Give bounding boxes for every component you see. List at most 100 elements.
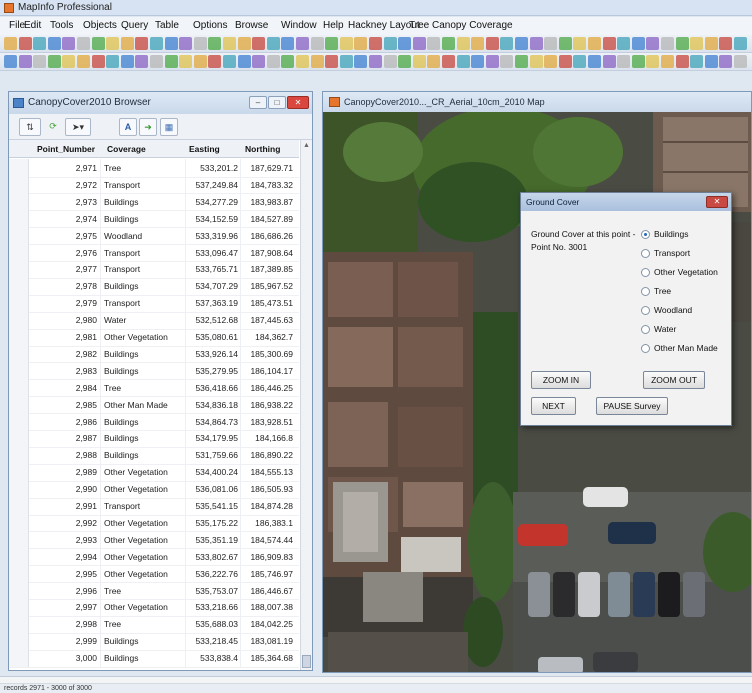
cell-easting[interactable]: 534,836.18 — [187, 395, 241, 414]
menu-item[interactable]: Table — [152, 17, 182, 35]
toolbar-tool-icon[interactable] — [602, 55, 616, 68]
toolbar-tool-icon[interactable] — [734, 37, 747, 50]
browser-vertical-scrollbar[interactable]: ▲ — [300, 140, 312, 670]
radio-button-icon[interactable] — [641, 268, 650, 277]
cell-coverage[interactable]: Buildings — [104, 446, 186, 465]
cell-easting[interactable]: 537,249.84 — [187, 175, 241, 194]
toolbar-tool-icon[interactable] — [734, 55, 747, 68]
row-selector[interactable] — [9, 294, 29, 313]
toolbar-tool-icon[interactable] — [471, 37, 485, 50]
column-header-coverage[interactable]: Coverage — [107, 140, 146, 158]
table-row[interactable]: 2,983 Buildings 535,279.95 186,104.17 — [9, 361, 299, 381]
table-row[interactable]: 2,981 Other Vegetation 535,080.61 184,362.7 — [9, 328, 299, 347]
toolbar-tool-icon[interactable] — [719, 55, 733, 68]
row-selector[interactable] — [9, 260, 29, 279]
cell-easting[interactable]: 533,218.45 — [187, 632, 241, 651]
table-row[interactable]: 2,985 Other Man Made 534,836.18 186,938.22 — [9, 395, 299, 415]
toolbar-tool-icon[interactable] — [631, 55, 645, 68]
toolbar-tool-icon[interactable] — [18, 55, 32, 68]
toolbar-tool-icon[interactable] — [661, 55, 674, 68]
cell-point-number[interactable]: 2,972 — [29, 175, 101, 194]
cell-easting[interactable]: 531,759.66 — [187, 446, 241, 465]
cell-northing[interactable]: 186,383.1 — [241, 514, 297, 532]
cell-point-number[interactable]: 2,994 — [29, 547, 101, 566]
row-selector[interactable] — [9, 463, 29, 482]
cell-northing[interactable]: 185,473.51 — [241, 294, 297, 312]
cell-point-number[interactable]: 2,991 — [29, 497, 101, 515]
radio-button-icon[interactable] — [641, 344, 650, 353]
cell-northing[interactable]: 185,300.69 — [241, 345, 297, 363]
toolbar-tool-icon[interactable] — [704, 37, 718, 50]
cell-easting[interactable]: 536,081.06 — [187, 480, 241, 499]
cell-coverage[interactable]: Woodland — [104, 226, 186, 245]
table-row[interactable]: 2,976 Transport 533,096.47 187,908.64 — [9, 243, 299, 262]
toolbar-tool-icon[interactable] — [164, 55, 178, 68]
cell-coverage[interactable]: Other Man Made — [104, 395, 186, 414]
toolbar-tool-icon[interactable] — [296, 55, 309, 68]
toolbar-tool-icon[interactable] — [208, 37, 222, 50]
cell-easting[interactable]: 534,152.59 — [187, 209, 241, 228]
select-pointer-icon[interactable]: ➤▾ — [65, 118, 91, 136]
cell-point-number[interactable]: 2,989 — [29, 463, 101, 482]
table-row[interactable]: 2,997 Other Vegetation 533,218.66 188,007.3… — [9, 598, 299, 617]
cell-northing[interactable]: 186,446.67 — [241, 582, 297, 600]
toolbar-tool-icon[interactable] — [150, 37, 163, 50]
table-row[interactable]: 2,993 Other Vegetation 535,351.19 184,574.4… — [9, 530, 299, 550]
toolbar-tool-icon[interactable] — [500, 37, 514, 50]
cell-point-number[interactable]: 2,975 — [29, 226, 101, 245]
scrollbar-thumb[interactable] — [302, 655, 311, 668]
toolbar-tool-icon[interactable] — [223, 37, 236, 50]
toolbar-tool-icon[interactable] — [310, 37, 324, 50]
toolbar-tool-icon[interactable] — [62, 37, 76, 50]
toolbar-tool-icon[interactable] — [442, 55, 455, 68]
cell-coverage[interactable]: Tree — [104, 581, 186, 600]
column-header-easting[interactable]: Easting — [189, 140, 220, 158]
cell-coverage[interactable]: Transport — [104, 243, 186, 262]
cell-coverage[interactable]: Other Vegetation — [104, 328, 186, 346]
cell-coverage[interactable]: Other Vegetation — [104, 480, 186, 499]
table-row[interactable]: 2,995 Other Vegetation 536,222.76 185,746.9… — [9, 564, 299, 584]
cell-point-number[interactable]: 2,985 — [29, 395, 101, 414]
scroll-up-icon[interactable]: ▲ — [303, 142, 310, 149]
cell-easting[interactable]: 535,080.61 — [187, 328, 241, 346]
cell-coverage[interactable]: Other Vegetation — [104, 463, 186, 482]
toolbar-tool-icon[interactable] — [208, 55, 222, 68]
toolbar-tool-icon[interactable] — [77, 37, 90, 50]
toolbar-tool-icon[interactable] — [369, 37, 382, 50]
cell-point-number[interactable]: 2,978 — [29, 277, 101, 296]
table-row[interactable]: 2,974 Buildings 534,152.59 184,527.89 — [9, 209, 299, 229]
toolbar-tool-icon[interactable] — [91, 37, 105, 50]
toolbar-tool-icon[interactable] — [529, 55, 543, 68]
row-selector[interactable] — [9, 412, 29, 431]
cell-coverage[interactable]: Water — [104, 311, 186, 330]
cell-coverage[interactable]: Buildings — [104, 412, 186, 431]
cell-easting[interactable]: 533,201.2 — [187, 159, 241, 177]
cell-northing[interactable]: 186,909.83 — [241, 548, 297, 566]
cell-easting[interactable]: 533,838.4 — [187, 649, 241, 668]
zoom-out-button[interactable]: ZOOM OUT — [643, 371, 705, 389]
toolbar-tool-icon[interactable] — [412, 55, 426, 68]
columns-icon[interactable]: ▦ — [160, 118, 178, 136]
cell-coverage[interactable]: Transport — [104, 294, 186, 313]
toolbar-tool-icon[interactable] — [33, 55, 47, 68]
cell-point-number[interactable]: 2,984 — [29, 378, 101, 397]
toolbar-tool-icon[interactable] — [33, 37, 47, 50]
cell-northing[interactable]: 185,364.68 — [241, 649, 297, 667]
menu-item[interactable]: Window — [278, 17, 320, 35]
toolbar-tool-icon[interactable] — [675, 55, 689, 68]
row-selector[interactable] — [9, 632, 29, 651]
toolbar-tool-icon[interactable] — [237, 37, 251, 50]
toolbar-tool-icon[interactable] — [135, 37, 149, 50]
refresh-icon[interactable]: ⟳ — [45, 118, 61, 136]
dialog-close-icon[interactable]: ✕ — [706, 196, 728, 208]
toolbar-tool-icon[interactable] — [427, 37, 441, 50]
cell-coverage[interactable]: Buildings — [104, 361, 186, 380]
cell-northing[interactable]: 184,574.44 — [241, 531, 297, 549]
table-row[interactable]: 2,986 Buildings 534,864.73 183,928.51 — [9, 412, 299, 431]
cell-point-number[interactable]: 2,988 — [29, 446, 101, 465]
toolbar-tool-icon[interactable] — [106, 37, 120, 50]
cell-coverage[interactable]: Buildings — [104, 209, 186, 228]
toolbar-tool-icon[interactable] — [252, 37, 266, 50]
cell-point-number[interactable]: 2,974 — [29, 209, 101, 228]
cell-easting[interactable]: 534,179.95 — [187, 429, 241, 448]
